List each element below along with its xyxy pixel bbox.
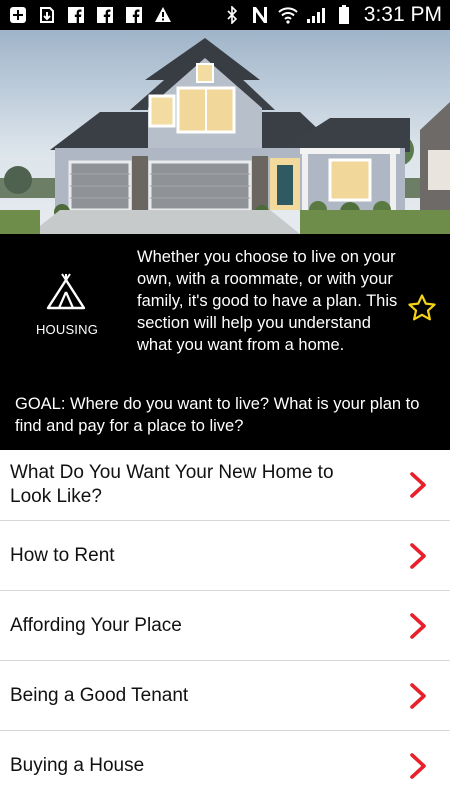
facebook-icon [124, 5, 144, 25]
star-outline-icon[interactable] [407, 293, 437, 323]
add-icon [8, 5, 28, 25]
topic-item-good-tenant[interactable]: Being a Good Tenant [0, 661, 450, 731]
chevron-right-icon [410, 682, 426, 709]
topic-label: What Do You Want Your New Home to Look L… [10, 462, 334, 507]
chevron-right-icon [410, 752, 426, 779]
status-bar: 3:31 PM [0, 0, 450, 30]
section-label: HOUSING [35, 322, 99, 337]
system-icons: 3:31 PM [222, 3, 442, 27]
clock: 3:31 PM [363, 3, 442, 26]
topic-item-affording-your-place[interactable]: Affording Your Place [0, 591, 450, 661]
topic-label: Being a Good Tenant [10, 684, 189, 706]
chevron-right-icon [410, 612, 426, 639]
topic-item-buying-a-house[interactable]: Buying a House [0, 731, 450, 800]
chevron-right-icon [410, 542, 426, 569]
download-icon [37, 5, 57, 25]
notification-icons [8, 5, 173, 25]
section-goal: GOAL: Where do you want to live? What is… [15, 395, 420, 435]
topic-item-new-home-look[interactable]: What Do You Want Your New Home to Look L… [0, 450, 450, 521]
topic-item-how-to-rent[interactable]: How to Rent [0, 521, 450, 591]
signal-icon [306, 5, 326, 25]
facebook-icon [95, 5, 115, 25]
hero-house-image [0, 30, 450, 234]
warning-icon [153, 5, 173, 25]
topic-list: What Do You Want Your New Home to Look L… [0, 450, 450, 800]
chevron-right-icon [410, 472, 426, 498]
bluetooth-icon [222, 5, 242, 25]
topic-label: Affording Your Place [10, 614, 182, 636]
topic-label: Buying a House [10, 754, 145, 776]
facebook-icon [66, 5, 86, 25]
topic-label: How to Rent [10, 544, 115, 566]
section-description: Whether you choose to live on your own, … [137, 248, 398, 354]
battery-icon [334, 5, 354, 25]
n-icon [250, 5, 270, 25]
teepee-icon [46, 273, 86, 310]
wifi-icon [278, 5, 298, 25]
